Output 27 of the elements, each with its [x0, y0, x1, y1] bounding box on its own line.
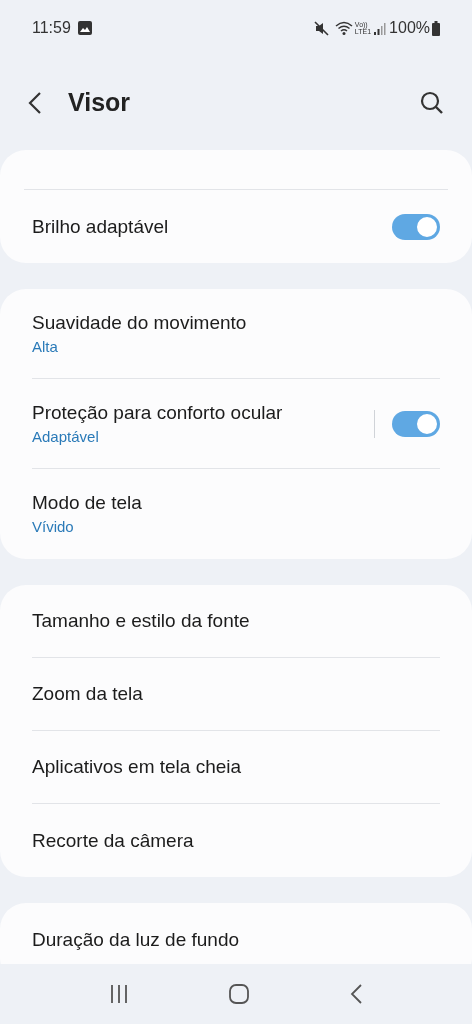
- search-icon[interactable]: [420, 91, 444, 115]
- recent-apps-icon[interactable]: [109, 984, 130, 1004]
- battery-percent: 100%: [389, 18, 430, 38]
- mute-icon: [313, 20, 329, 36]
- setting-title: Aplicativos em tela cheia: [32, 755, 243, 779]
- setting-title: Recorte da câmera: [32, 828, 195, 853]
- setting-title: Suavidade do movimento: [32, 310, 248, 335]
- setting-value: Vívido: [32, 517, 75, 537]
- image-icon: [77, 21, 92, 35]
- toggle-switch[interactable]: [392, 213, 440, 240]
- setting-title: Brilho adaptável: [32, 214, 170, 239]
- setting-title: Zoom da tela: [32, 682, 144, 706]
- signal-icon: [374, 21, 387, 35]
- setting-value: Alta: [32, 336, 59, 357]
- setting-title: Duração da luz de fundo: [32, 927, 241, 952]
- toggle-switch[interactable]: [392, 410, 440, 437]
- page-title: Visor: [68, 87, 132, 119]
- battery-icon: [432, 20, 440, 36]
- clock: 11:59: [32, 18, 71, 38]
- home-icon[interactable]: [228, 983, 250, 1005]
- setting-title: Modo de tela: [32, 491, 143, 515]
- setting-title: Proteção para conforto ocular: [32, 400, 284, 425]
- wifi-icon: [334, 20, 353, 36]
- setting-title: Tamanho e estilo da fonte: [32, 609, 251, 633]
- back-icon[interactable]: [28, 91, 42, 115]
- setting-value: Adaptável: [32, 426, 100, 447]
- back-icon[interactable]: [348, 983, 363, 1005]
